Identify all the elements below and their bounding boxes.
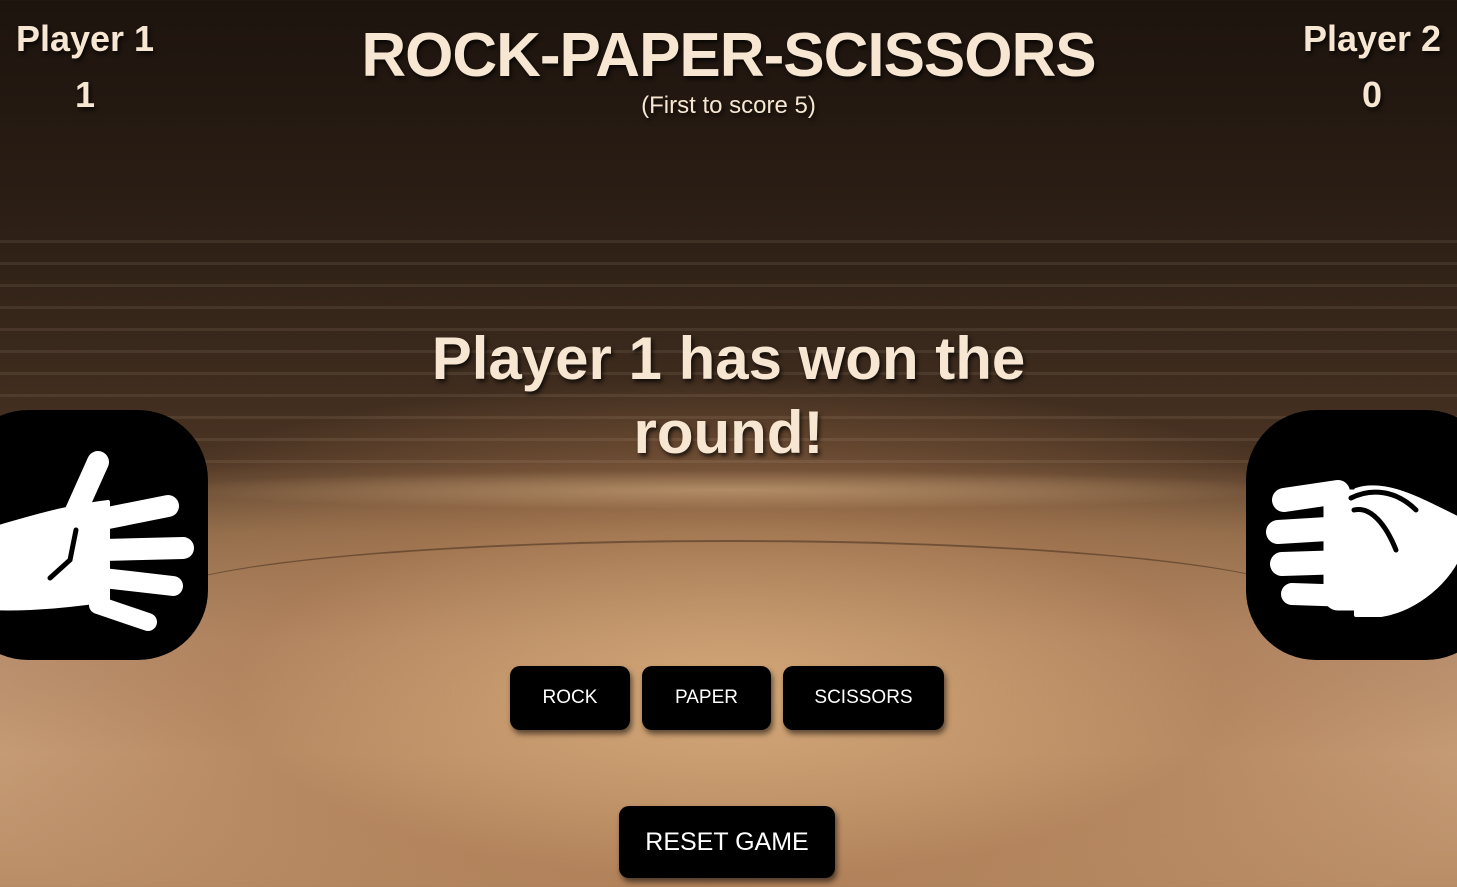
- arena-floor-line: [150, 540, 1310, 662]
- player-2-hand-display: [1246, 410, 1457, 660]
- game-subtitle: (First to score 5): [641, 92, 816, 119]
- paper-button[interactable]: PAPER: [642, 666, 771, 730]
- arena-glow: [150, 470, 1310, 510]
- choice-buttons: ROCK PAPER SCISSORS: [510, 666, 944, 730]
- paper-hand-icon: [0, 451, 194, 631]
- rock-button[interactable]: ROCK: [510, 666, 630, 730]
- scissors-button[interactable]: SCISSORS: [783, 666, 944, 730]
- rock-hand-icon: [1266, 480, 1457, 617]
- game-title: ROCK-PAPER-SCISSORS: [361, 21, 1096, 90]
- reset-game-button[interactable]: RESET GAME: [619, 806, 835, 878]
- round-result-message: Player 1 has won the round!: [431, 325, 1026, 466]
- player-1-hand-display: [0, 410, 208, 660]
